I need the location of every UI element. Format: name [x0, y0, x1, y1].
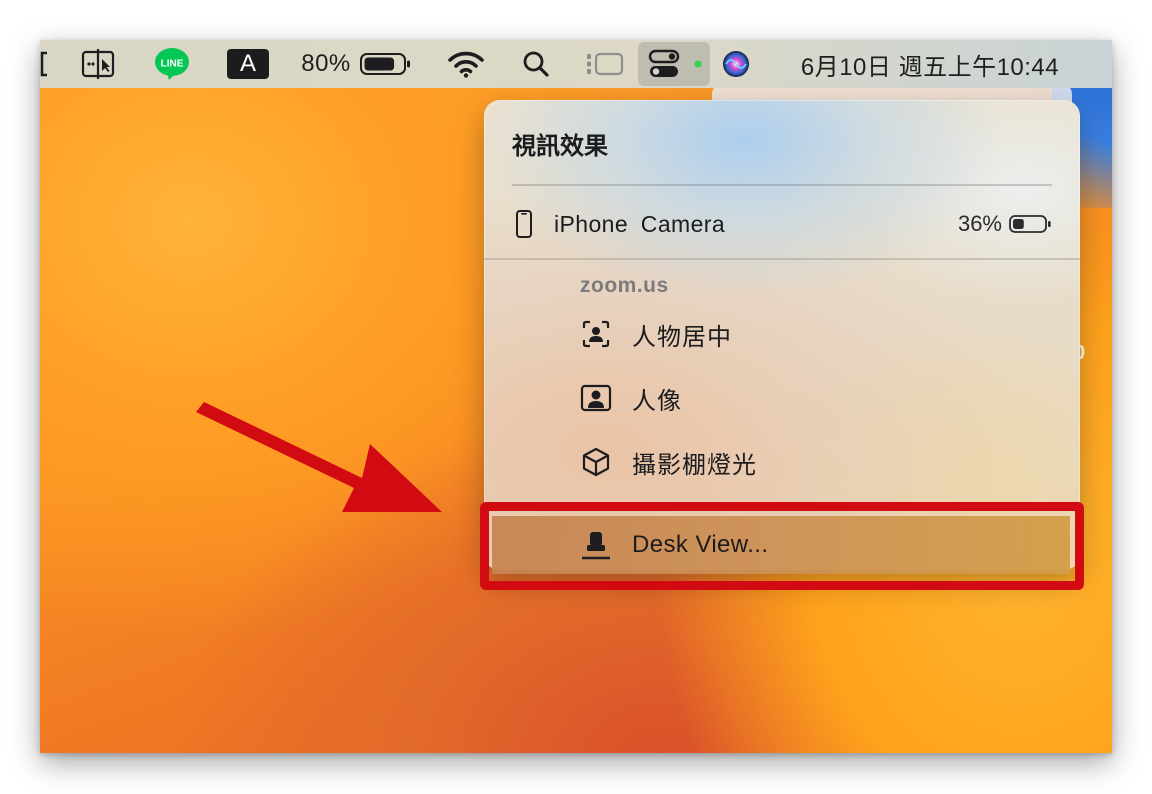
wifi-icon[interactable] — [444, 40, 488, 88]
studio-light-icon — [582, 447, 610, 477]
battery-icon[interactable] — [358, 40, 412, 88]
panel-title: 視訊效果 — [512, 133, 608, 160]
effect-studio-light[interactable]: 攝影棚燈光 — [580, 442, 757, 482]
input-source-label: A — [227, 49, 269, 79]
effect-label: 人物居中 — [632, 323, 732, 351]
center-stage-icon — [582, 320, 610, 348]
line-app-icon[interactable]: LINE — [152, 40, 192, 88]
battery-percentage: 80% — [301, 50, 351, 77]
camera-device-name: iPhone Camera — [554, 210, 726, 237]
video-effects-panel: 視訊效果 iPhone Camera 36% zoom.us 人物居中 人像 攝… — [484, 100, 1080, 570]
device-battery: 36% — [958, 211, 1052, 237]
device-divider — [484, 258, 1080, 260]
screenshot-frame: 0 LINE A 80% — [40, 40, 1112, 753]
device-battery-percentage: 36% — [957, 211, 1002, 236]
control-center-button[interactable] — [638, 42, 710, 86]
siri-icon[interactable] — [716, 40, 756, 88]
split-screen-icon[interactable] — [76, 40, 120, 88]
effect-label: 攝影棚燈光 — [632, 451, 757, 479]
iphone-icon — [516, 210, 532, 238]
title-divider — [512, 184, 1052, 186]
effect-label: 人像 — [632, 387, 682, 415]
line-app-label: LINE — [161, 59, 184, 70]
menubar-clock[interactable]: 6月10日 週五上午10:44 — [780, 40, 1080, 88]
input-source-icon[interactable]: A — [226, 40, 270, 88]
bracket-icon[interactable] — [40, 40, 48, 88]
stage-manager-icon[interactable] — [582, 40, 626, 88]
spotlight-search-icon[interactable] — [516, 40, 556, 88]
control-center-icon — [648, 49, 702, 77]
annotation-highlight-box — [480, 502, 1084, 590]
annotation-arrow-icon — [196, 402, 442, 512]
effect-center-stage[interactable]: 人物居中 — [580, 314, 732, 354]
effect-portrait[interactable]: 人像 — [580, 378, 682, 418]
app-section-label: zoom.us — [580, 274, 669, 297]
portrait-icon — [580, 384, 612, 412]
menu-bar: LINE A 80% 6月10日 週五上午10:44 — [40, 40, 1112, 88]
camera-device-row[interactable]: iPhone Camera 36% — [512, 204, 1052, 244]
device-battery-icon — [1009, 215, 1051, 233]
